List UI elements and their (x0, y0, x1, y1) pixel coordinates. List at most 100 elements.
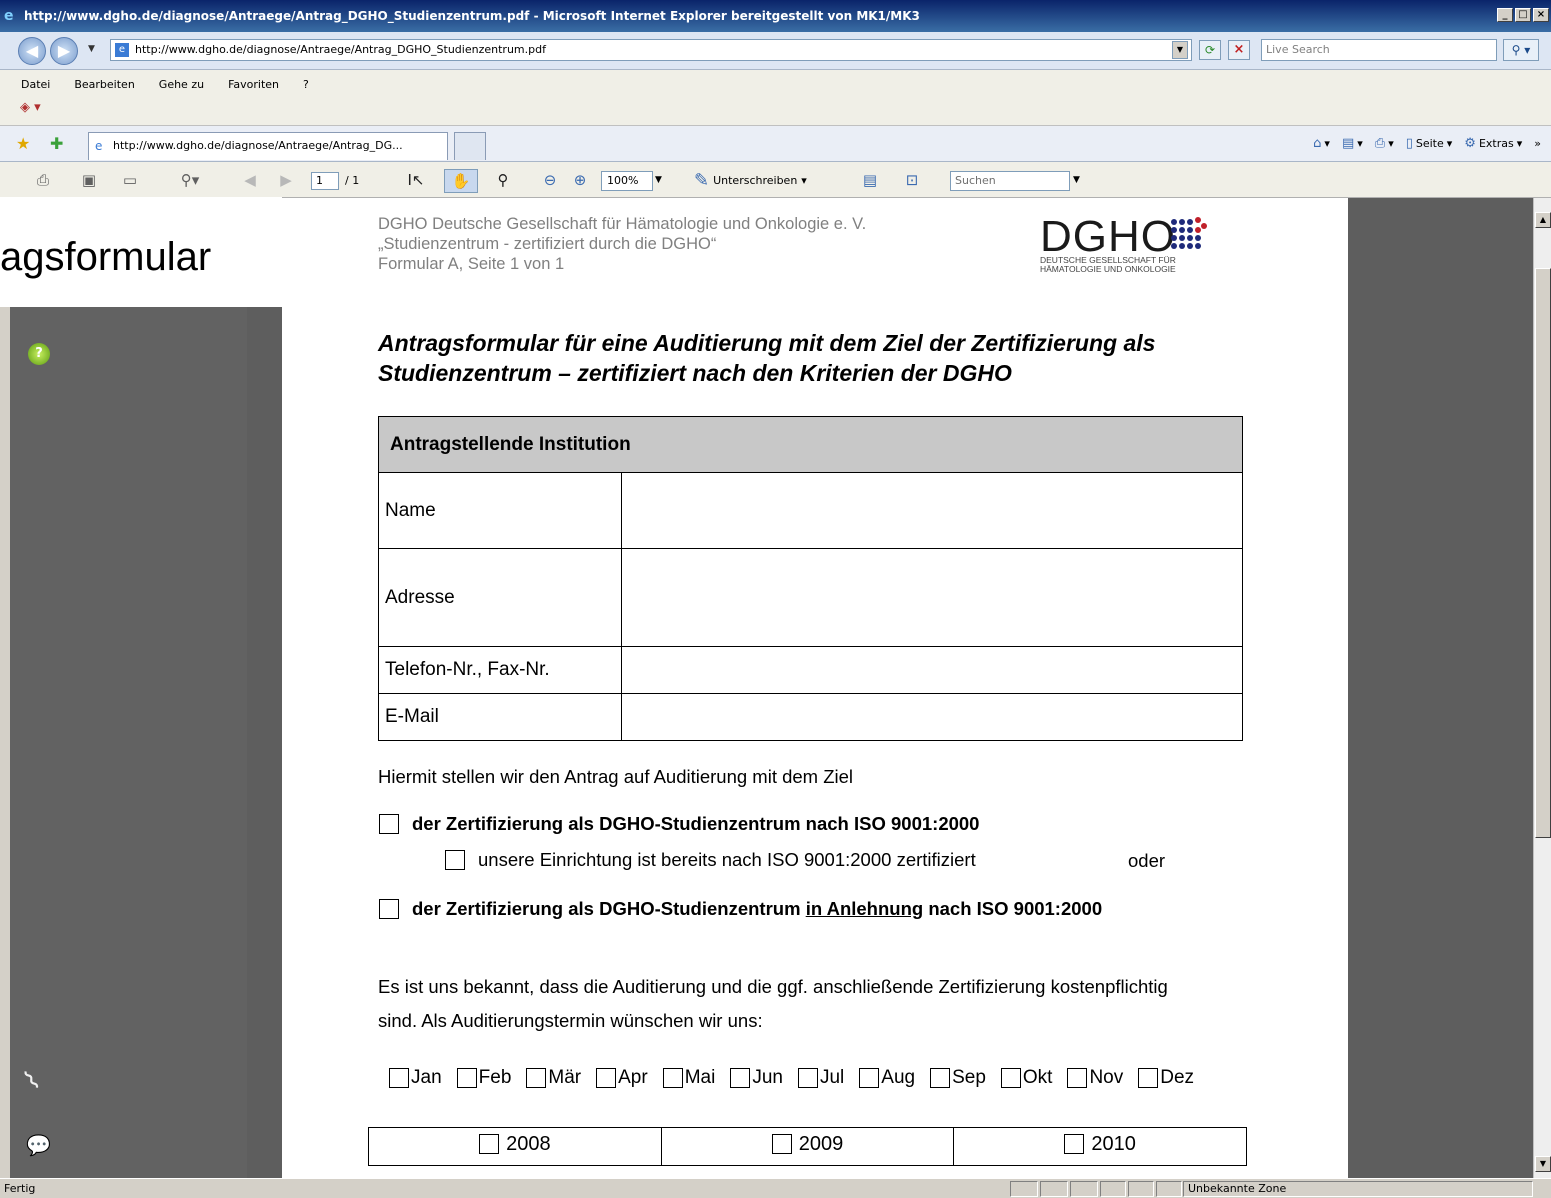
back-button[interactable]: ◀ (18, 37, 46, 65)
fit-page-icon[interactable]: ⊡ (900, 169, 924, 193)
save-icon[interactable]: ▣ (76, 169, 102, 193)
month-option-mai[interactable]: Mai (662, 1067, 715, 1089)
previous-page-icon[interactable]: ◀ (240, 169, 260, 193)
option-iso-checkbox[interactable] (379, 814, 399, 834)
feeds-button[interactable]: ▤ ▾ (1342, 136, 1363, 151)
minimize-button[interactable]: _ (1497, 8, 1513, 22)
page-number-input[interactable]: 1 (311, 172, 339, 190)
scroll-thumb[interactable] (1535, 268, 1551, 838)
close-button[interactable]: × (1533, 8, 1549, 22)
month-option-okt[interactable]: Okt (1000, 1067, 1052, 1089)
month-checkbox[interactable] (596, 1068, 617, 1088)
sign-button[interactable]: ✎ Unterschreiben ▾ (694, 170, 807, 192)
field-name-input[interactable] (621, 472, 1243, 549)
vertical-scrollbar[interactable]: ▲ ▼ (1533, 198, 1551, 1178)
option-iso-based-checkbox[interactable] (379, 899, 399, 919)
month-option-apr[interactable]: Apr (596, 1067, 648, 1089)
month-checkbox[interactable] (859, 1068, 880, 1088)
field-address-input[interactable] (621, 548, 1243, 647)
intro-text: Hiermit stellen wir den Antrag auf Audit… (378, 766, 854, 787)
month-option-nov[interactable]: Nov (1067, 1067, 1123, 1089)
pdf-search-dropdown-icon[interactable]: ▼ (1073, 175, 1080, 185)
zoom-tool-icon[interactable]: ⚲ (490, 169, 516, 193)
month-checkbox[interactable] (797, 1068, 818, 1088)
month-option-mar[interactable]: Mär (526, 1067, 581, 1089)
month-checkbox[interactable] (1067, 1068, 1088, 1088)
field-phone-input[interactable] (621, 646, 1243, 694)
url-dropdown-icon[interactable]: ▼ (1172, 41, 1188, 59)
zoom-in-icon[interactable]: ⊕ (570, 169, 590, 193)
help-icon[interactable]: ? (28, 343, 50, 365)
already-certified-checkbox[interactable] (445, 850, 465, 870)
month-option-feb[interactable]: Feb (456, 1067, 511, 1089)
month-checkbox[interactable] (662, 1068, 683, 1088)
menu-bearbeiten[interactable]: Bearbeiten (59, 78, 143, 91)
year-checkbox[interactable] (479, 1134, 500, 1155)
field-email-input[interactable] (621, 693, 1243, 741)
page-menu-button[interactable]: ▯ Seite ▾ (1406, 136, 1453, 151)
select-text-icon[interactable]: I↖ (404, 169, 428, 193)
zoom-level-input[interactable]: 100% (601, 171, 653, 191)
tab-active[interactable]: e http://www.dgho.de/diagnose/Antraege/A… (88, 132, 448, 160)
month-option-jun[interactable]: Jun (730, 1067, 783, 1089)
history-dropdown-icon[interactable]: ▼ (88, 44, 95, 54)
zoom-dropdown-icon[interactable]: ▼ (655, 175, 662, 185)
home-button[interactable]: ⌂ ▾ (1313, 136, 1330, 151)
attachment-icon[interactable]: ⌇ (19, 1065, 47, 1097)
fit-width-icon[interactable]: ▤ (858, 169, 882, 193)
find-icon[interactable]: ⚲▾ (170, 169, 210, 193)
header-line: DGHO Deutsche Gesellschaft für Hämatolog… (378, 215, 867, 233)
next-page-icon[interactable]: ▶ (276, 169, 296, 193)
scroll-up-icon[interactable]: ▲ (1535, 212, 1551, 228)
stop-button[interactable]: × (1228, 40, 1250, 60)
email-icon[interactable]: ▭ (116, 169, 144, 193)
maximize-button[interactable]: □ (1515, 8, 1531, 22)
month-checkbox[interactable] (730, 1068, 751, 1088)
forward-button[interactable]: ▶ (50, 37, 78, 65)
window-title: http://www.dgho.de/diagnose/Antraege/Ant… (24, 9, 920, 23)
url-input[interactable]: e http://www.dgho.de/diagnose/Antraege/A… (110, 39, 1192, 61)
hand-tool-icon[interactable]: ✋ (444, 169, 478, 193)
month-option-aug[interactable]: Aug (859, 1067, 915, 1089)
month-checkbox[interactable] (389, 1068, 409, 1088)
menu-datei[interactable]: Datei (6, 78, 59, 91)
addon-icon[interactable]: ◈ ▾ (20, 100, 41, 115)
print-button[interactable]: ⎙ ▾ (1375, 136, 1394, 151)
chevron-more-icon[interactable]: » (1534, 137, 1541, 150)
menu-favoriten[interactable]: Favoriten (213, 78, 288, 91)
add-favorite-icon[interactable]: ✚ (50, 134, 63, 153)
month-checkbox[interactable] (526, 1068, 547, 1088)
pdf-search-input[interactable]: Suchen (950, 171, 1070, 191)
menu-gehe-zu[interactable]: Gehe zu (144, 78, 213, 91)
year-checkbox[interactable] (1064, 1134, 1085, 1155)
search-button[interactable]: ⚲ ▾ (1503, 39, 1539, 61)
month-label: Mär (548, 1067, 582, 1088)
month-option-sep[interactable]: Sep (930, 1067, 986, 1089)
new-tab-button[interactable] (454, 132, 486, 160)
favorites-star-icon[interactable]: ★ (16, 134, 30, 153)
year-option-2008[interactable]: 2008 (479, 1133, 551, 1156)
refresh-button[interactable]: ⟳ (1199, 40, 1221, 60)
window-titlebar[interactable]: e http://www.dgho.de/diagnose/Antraege/A… (0, 0, 1551, 32)
month-checkbox[interactable] (930, 1068, 951, 1088)
year-checkbox[interactable] (771, 1134, 792, 1155)
year-option-2010[interactable]: 2010 (1064, 1133, 1136, 1156)
month-checkbox[interactable] (1000, 1068, 1021, 1088)
month-option-dez[interactable]: Dez (1138, 1067, 1194, 1089)
command-bar: ⌂ ▾ ▤ ▾ ⎙ ▾ ▯ Seite ▾ ⚙ Extras ▾ » (1313, 136, 1541, 151)
zoom-out-icon[interactable]: ⊖ (540, 169, 560, 193)
month-option-jan[interactable]: Jan (389, 1067, 442, 1089)
live-search-input[interactable]: Live Search (1261, 39, 1497, 61)
ie-icon: e (4, 8, 14, 24)
comments-icon[interactable]: 💬 (26, 1133, 51, 1157)
menu-help[interactable]: ? (288, 78, 318, 91)
print-icon[interactable]: ⎙ (30, 169, 56, 193)
scroll-down-icon[interactable]: ▼ (1535, 1156, 1551, 1172)
tools-menu-button[interactable]: ⚙ Extras ▾ (1464, 136, 1522, 151)
month-checkbox[interactable] (456, 1068, 477, 1088)
tab-ie-icon: e (95, 139, 103, 153)
year-option-2009[interactable]: 2009 (771, 1133, 843, 1156)
month-options: Jan Feb Mär Apr Mai Jun Jul Aug Sep Okt … (389, 1067, 1194, 1089)
month-checkbox[interactable] (1138, 1068, 1159, 1088)
month-option-jul[interactable]: Jul (797, 1067, 844, 1089)
